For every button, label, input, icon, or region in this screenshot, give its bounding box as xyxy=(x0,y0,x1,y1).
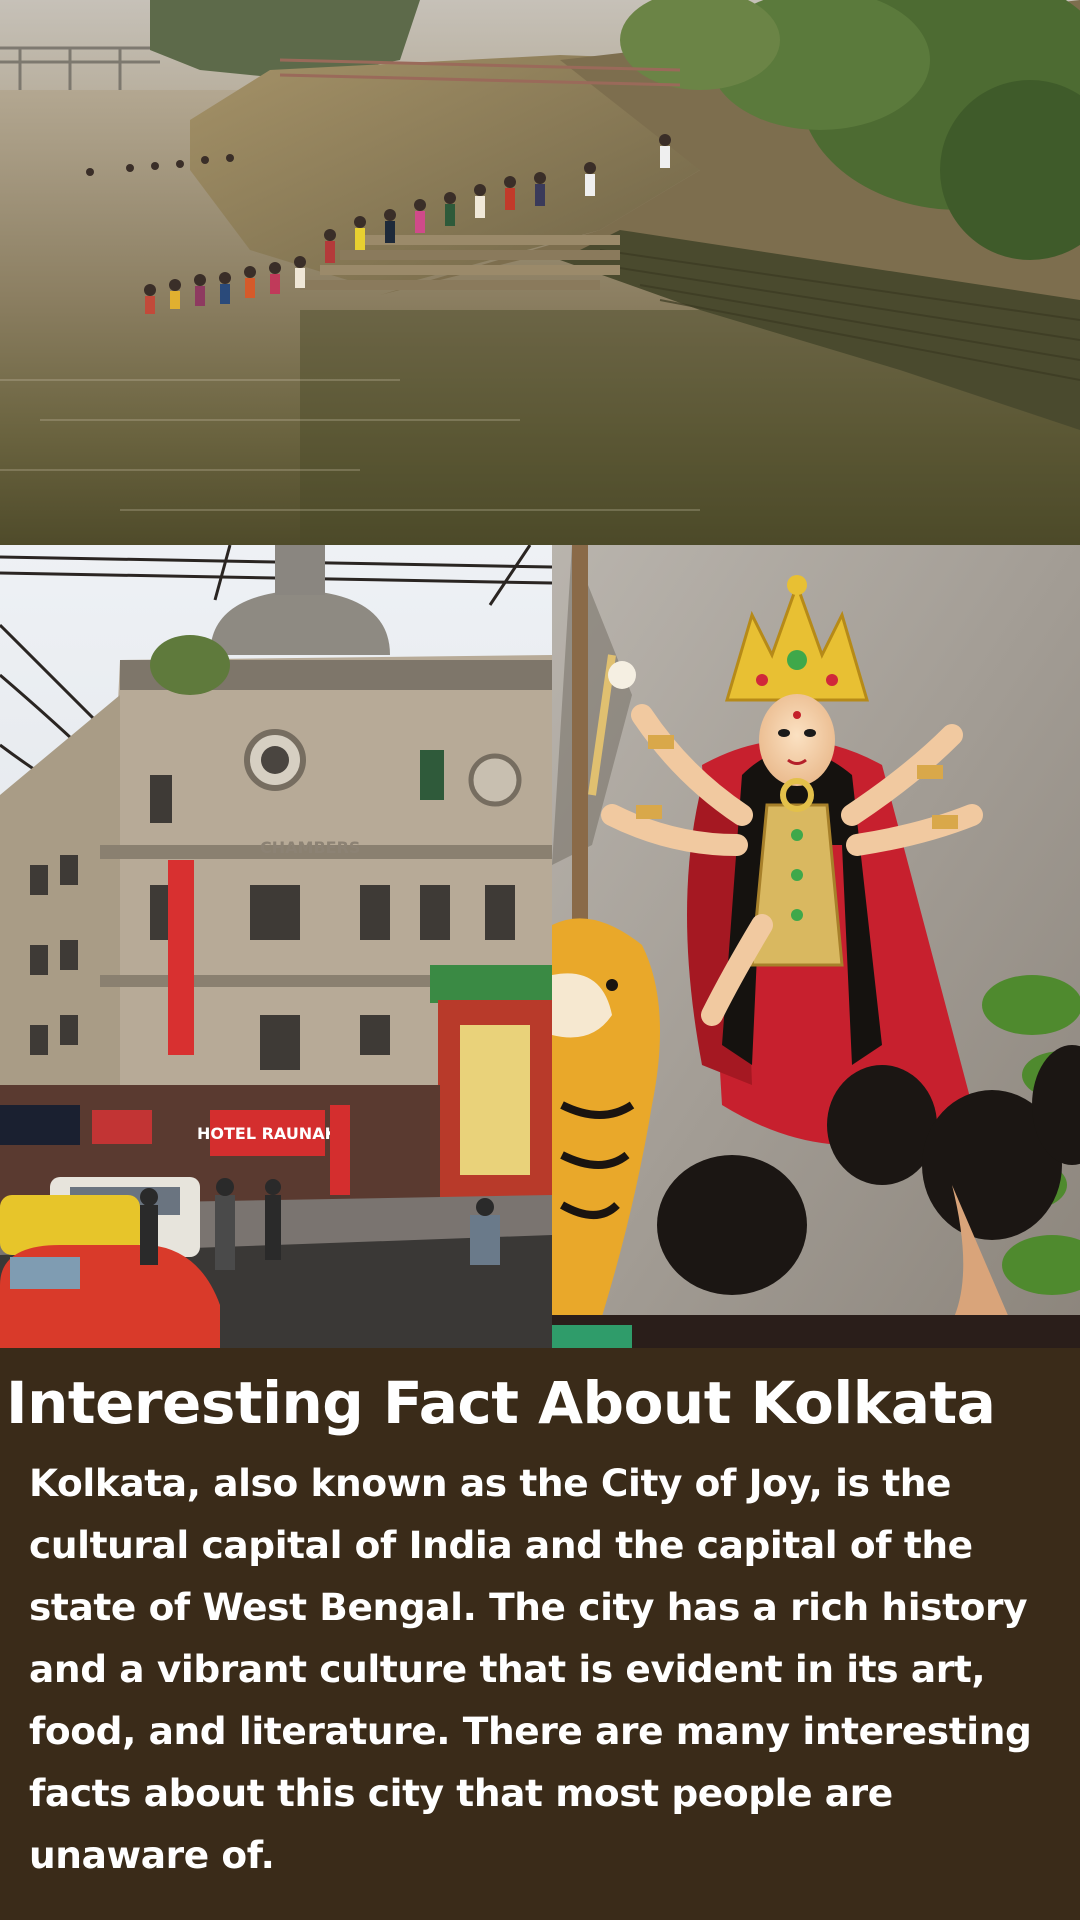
hotel-raunak-sign-text: HOTEL RAUNAK xyxy=(197,1124,338,1143)
article-title: Interesting Fact About Kolkata xyxy=(6,1369,996,1437)
article-panel: Interesting Fact About Kolkata Kolkata, … xyxy=(0,1348,1080,1920)
heritage-building-illustration: CHAMBERS HOTEL RAUNAK xyxy=(0,545,552,1348)
durga-idol-photo xyxy=(552,545,1080,1348)
article-body: Kolkata, also known as the City of Joy, … xyxy=(29,1461,1032,1877)
story-page: CHAMBERS HOTEL RAUNAK Interesting Fact A… xyxy=(0,0,1080,1920)
durga-idol-illustration xyxy=(552,545,1080,1348)
vertical-hotel-sign xyxy=(168,860,194,1055)
building-name-sign: CHAMBERS xyxy=(260,838,360,857)
river-ghat-illustration xyxy=(0,0,1080,545)
river-ghat-photo xyxy=(0,0,1080,545)
heritage-building-photo: CHAMBERS HOTEL RAUNAK xyxy=(0,545,552,1348)
